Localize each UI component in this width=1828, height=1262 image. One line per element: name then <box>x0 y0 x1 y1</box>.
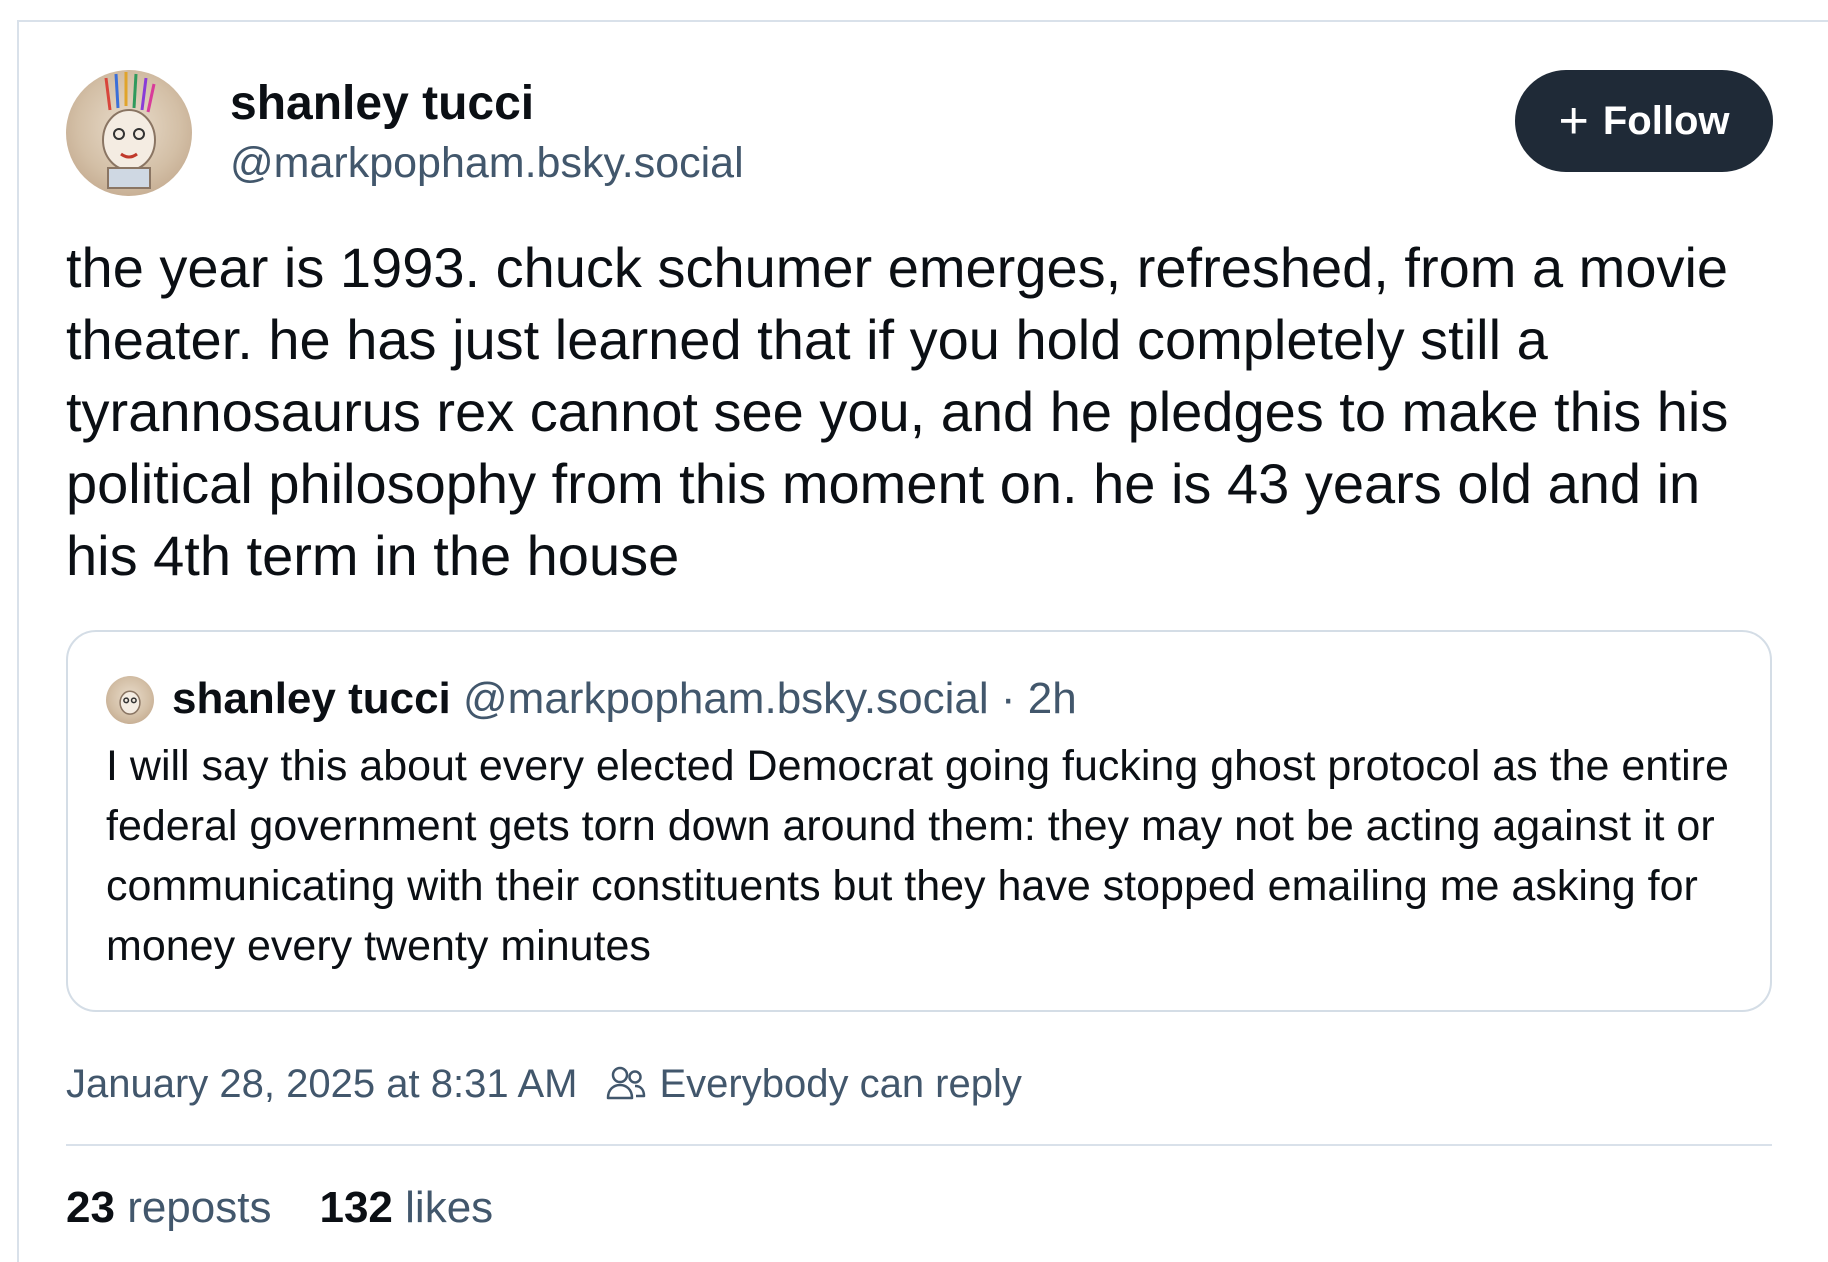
plus-icon: + <box>1558 92 1589 150</box>
divider <box>66 1144 1772 1146</box>
author-name[interactable]: shanley tucci <box>230 76 534 132</box>
post-timestamp: January 28, 2025 at 8:31 AM <box>66 1062 578 1106</box>
author-avatar[interactable] <box>66 70 192 196</box>
quoted-post[interactable]: shanley tucci @markpopham.bsky.social · … <box>66 630 1772 1012</box>
post-body-text: the year is 1993. chuck schumer emerges,… <box>66 236 1744 587</box>
people-icon <box>607 1066 646 1100</box>
reply-settings-label: Everybody can reply <box>659 1062 1022 1106</box>
reply-settings[interactable]: Everybody can reply <box>605 1058 1022 1110</box>
quoted-avatar-drawing <box>119 690 141 715</box>
quoted-separator: · <box>1000 674 1016 723</box>
quoted-post-age[interactable]: 2h <box>1028 674 1077 723</box>
quoted-author-handle[interactable]: @markpopham.bsky.social <box>463 674 989 723</box>
reposts-label: reposts <box>127 1183 272 1232</box>
likes-stat[interactable]: 132 likes <box>319 1180 493 1236</box>
likes-label: likes <box>405 1183 494 1232</box>
quoted-author-name[interactable]: shanley tucci <box>172 674 451 723</box>
reposts-count: 23 <box>66 1183 115 1232</box>
avatar-drawing <box>102 72 156 189</box>
author-handle[interactable]: @markpopham.bsky.social <box>230 137 744 189</box>
follow-button[interactable]: + Follow <box>1515 70 1773 172</box>
post-stats: 23 reposts 132 likes <box>66 1180 493 1236</box>
post-meta: January 28, 2025 at 8:31 AM Everybody ca… <box>66 1058 1022 1110</box>
reposts-stat[interactable]: 23 reposts <box>66 1180 271 1236</box>
quoted-author-avatar[interactable] <box>106 676 154 724</box>
follow-button-label: Follow <box>1602 98 1730 143</box>
quoted-post-text: I will say this about every elected Demo… <box>106 742 1729 970</box>
likes-count: 132 <box>319 1183 393 1232</box>
quoted-post-header: shanley tucci @markpopham.bsky.social · … <box>172 672 1077 726</box>
